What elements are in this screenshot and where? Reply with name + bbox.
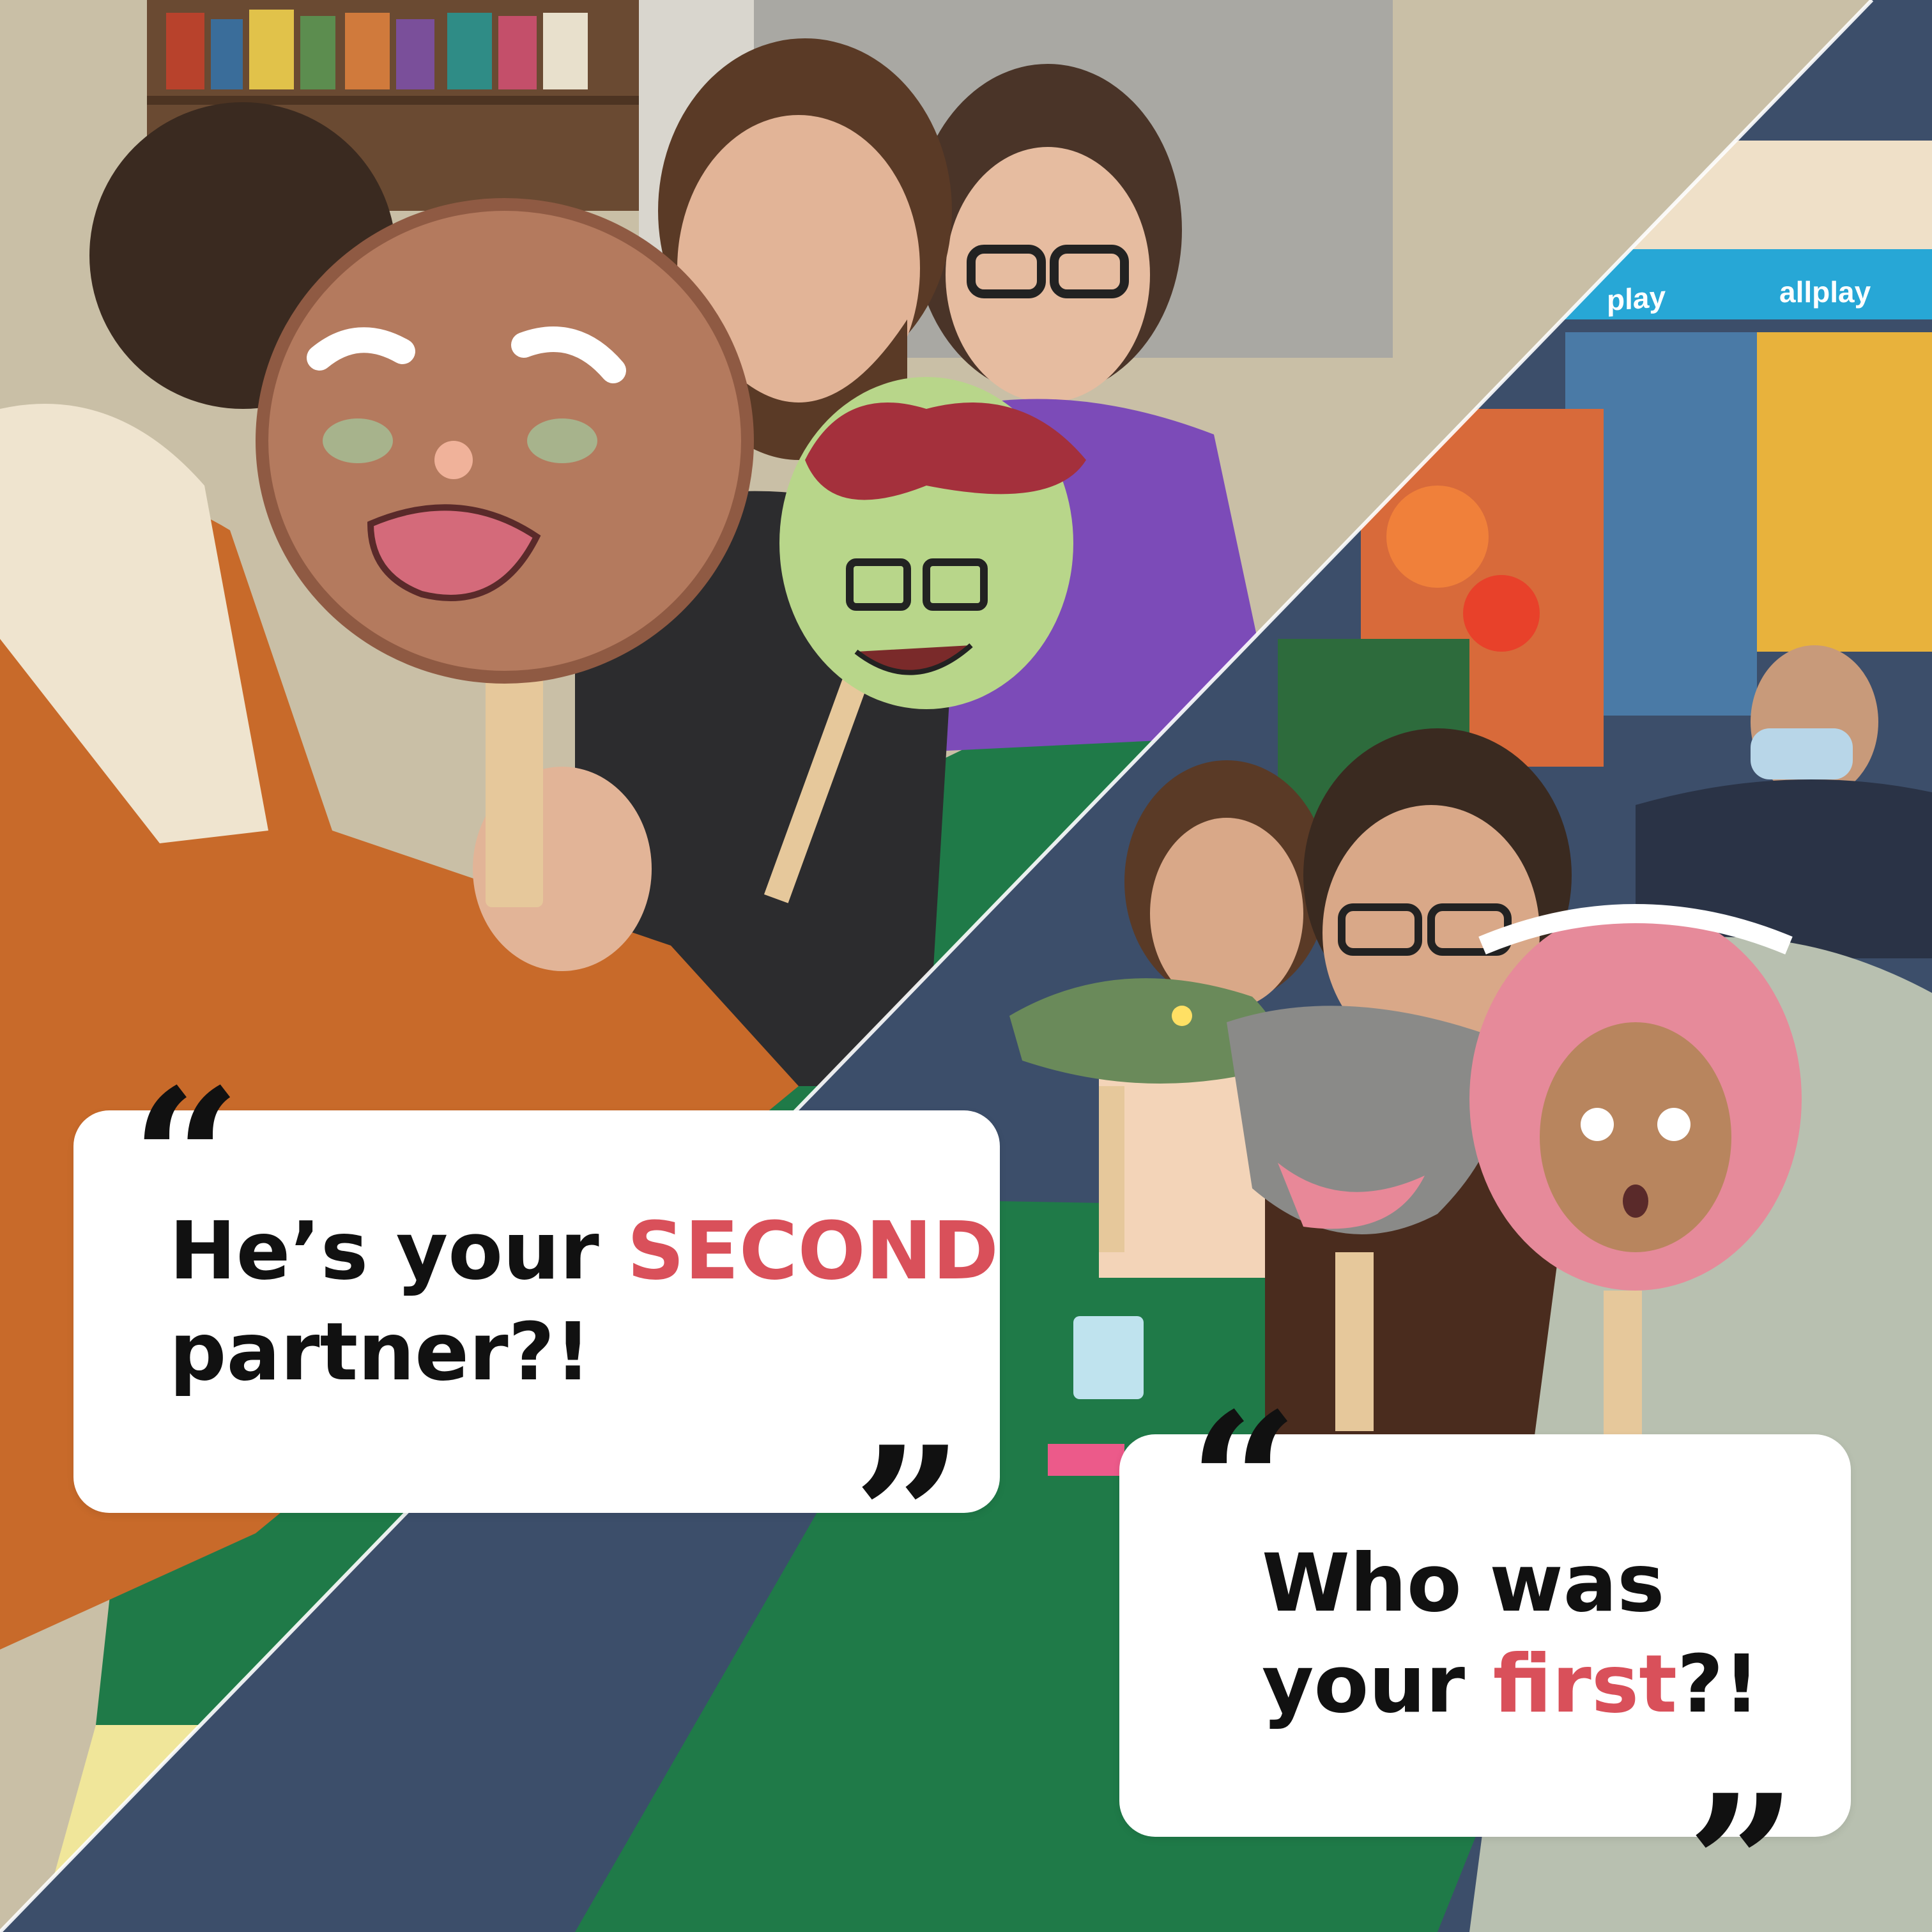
caption-left-text: He’s your xyxy=(169,1205,627,1298)
banner-text-left: play xyxy=(1607,279,1666,318)
close-quote-mark: ” xyxy=(853,1404,963,1630)
caption-right: Who was your first?! xyxy=(1262,1533,1760,1735)
caption-right-text: your xyxy=(1262,1637,1493,1731)
caption-right-highlight: first xyxy=(1492,1637,1677,1731)
caption-left-highlight: SECOND xyxy=(627,1205,999,1298)
caption-left-line-2: partner?! xyxy=(169,1305,592,1399)
banner-text-right: allplay xyxy=(1779,275,1871,309)
caption-left-line-1: He’s your SECOND xyxy=(169,1201,999,1302)
caption-right-line-2: your first?! xyxy=(1262,1634,1760,1735)
caption-left: He’s your SECOND partner?! xyxy=(169,1201,999,1402)
caption-right-line-1: Who was xyxy=(1262,1537,1665,1630)
photo-collage: “ He’s your SECOND partner?! ” “ Who was… xyxy=(0,0,1932,1932)
caption-right-suffix: ?! xyxy=(1676,1637,1760,1731)
person-face xyxy=(946,147,1150,402)
close-quote-mark: ” xyxy=(1687,1752,1797,1932)
